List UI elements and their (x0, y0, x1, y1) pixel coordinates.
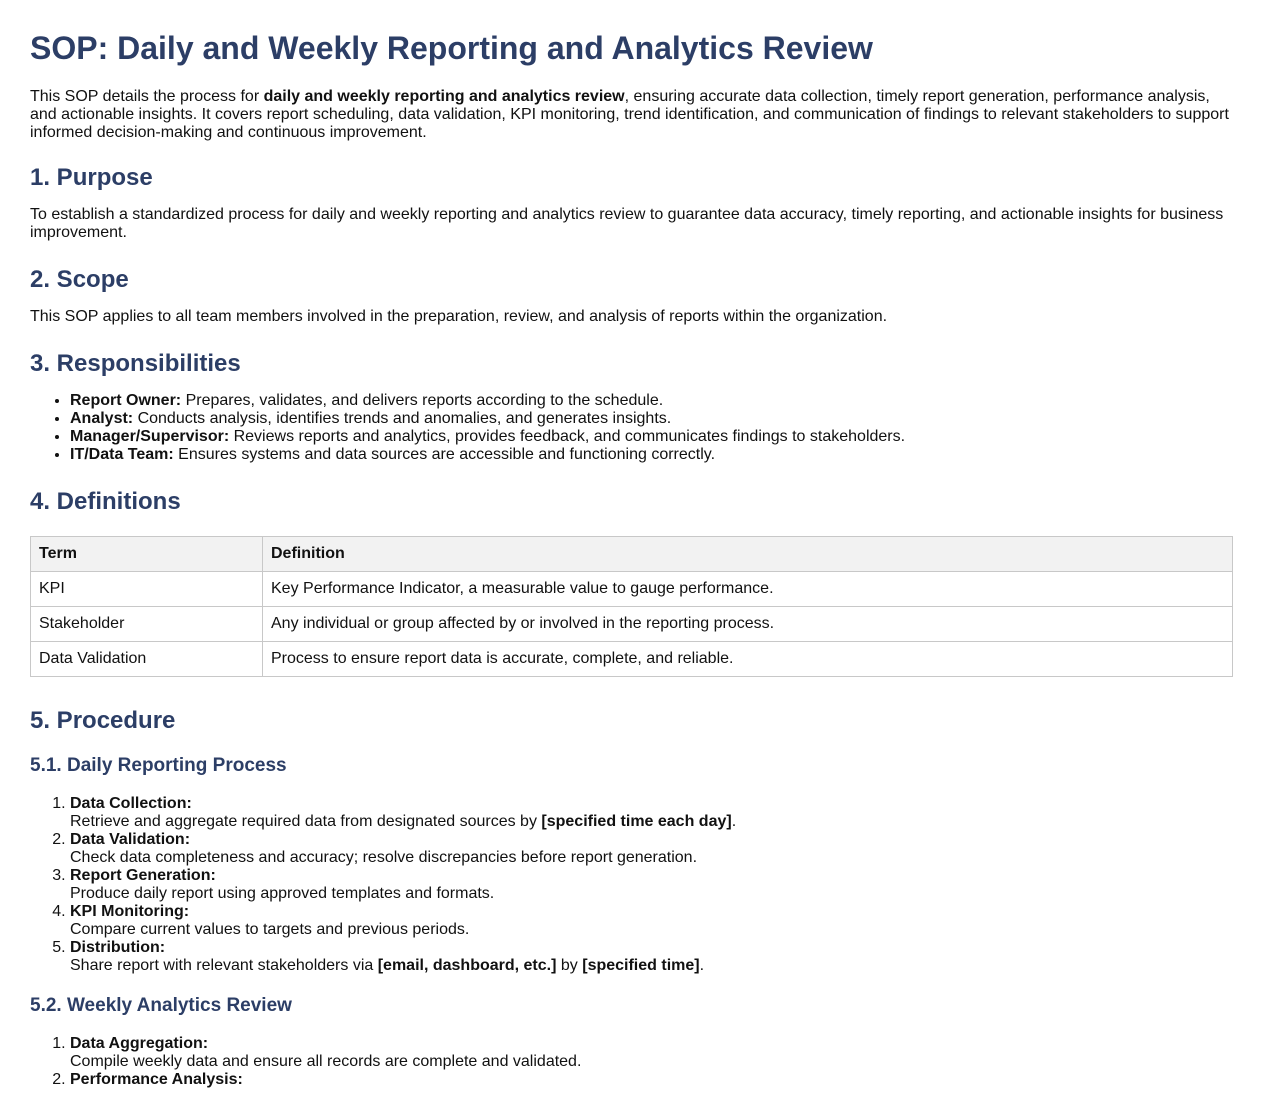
sop-document: SOP: Daily and Weekly Reporting and Anal… (0, 0, 1263, 1089)
step-title: KPI Monitoring: (70, 903, 190, 920)
step-text: Retrieve and aggregate required data fro… (70, 813, 542, 830)
definition-cell: Any individual or group affected by or i… (262, 606, 1233, 642)
role-label: Report Owner: (70, 392, 182, 409)
step-title: Report Generation: (70, 867, 216, 884)
column-header-term: Term (30, 536, 263, 572)
step-text: . (699, 957, 705, 974)
procedure-heading: 5. Procedure (30, 707, 176, 734)
role-description: Conducts analysis, identifies trends and… (133, 410, 672, 427)
step-text: Compile weekly data and ensure all recor… (70, 1053, 582, 1070)
scope-text: This SOP applies to all team members inv… (30, 308, 888, 325)
responsibilities-list: Report Owner: Prepares, validates, and d… (30, 392, 1233, 464)
term-cell: KPI (30, 571, 263, 607)
step-text: Produce daily report using approved temp… (70, 885, 495, 902)
definition-cell: Process to ensure report data is accurat… (262, 641, 1233, 677)
step-placeholder: [email, dashboard, etc.] (377, 957, 557, 974)
weekly-review-heading: 5.2. Weekly Analytics Review (30, 995, 292, 1016)
list-item: Analyst: Conducts analysis, identifies t… (70, 410, 1233, 428)
scope-heading: 2. Scope (30, 266, 129, 293)
list-item: Data Aggregation:Compile weekly data and… (70, 1035, 1233, 1071)
daily-process-heading: 5.1. Daily Reporting Process (30, 755, 287, 776)
step-title: Data Validation: (70, 831, 191, 848)
weekly-steps-list: Data Aggregation:Compile weekly data and… (30, 1035, 1233, 1089)
list-item: Performance Analysis: (70, 1071, 1233, 1089)
step-title: Performance Analysis: (70, 1071, 243, 1088)
table-header-row: Term Definition (30, 536, 1233, 572)
table-row: KPI Key Performance Indicator, a measura… (30, 571, 1233, 607)
list-item: Data Validation:Check data completeness … (70, 831, 1233, 867)
list-item: Report Generation:Produce daily report u… (70, 867, 1233, 903)
list-item: Report Owner: Prepares, validates, and d… (70, 392, 1233, 410)
list-item: Data Collection:Retrieve and aggregate r… (70, 795, 1233, 831)
purpose-heading: 1. Purpose (30, 164, 153, 191)
purpose-text: To establish a standardized process for … (30, 206, 1224, 241)
list-item: Manager/Supervisor: Reviews reports and … (70, 428, 1233, 446)
list-item: KPI Monitoring:Compare current values to… (70, 903, 1233, 939)
step-text: by (556, 957, 583, 974)
step-placeholder: [specified time] (582, 957, 700, 974)
intro-text-bold: daily and weekly reporting and analytics… (263, 88, 625, 105)
intro-text-start: This SOP details the process for (30, 88, 264, 105)
role-description: Prepares, validates, and delivers report… (181, 392, 664, 409)
step-placeholder: [specified time each day] (541, 813, 732, 830)
term-cell: Data Validation (30, 641, 263, 677)
list-item: IT/Data Team: Ensures systems and data s… (70, 446, 1233, 464)
column-header-definition: Definition (262, 536, 1233, 572)
role-label: IT/Data Team: (70, 446, 174, 463)
table-row: Data Validation Process to ensure report… (30, 641, 1233, 677)
page-title: SOP: Daily and Weekly Reporting and Anal… (30, 30, 873, 66)
step-text: Compare current values to targets and pr… (70, 921, 470, 938)
step-text: Check data completeness and accuracy; re… (70, 849, 698, 866)
role-label: Manager/Supervisor: (70, 428, 230, 445)
list-item: Distribution:Share report with relevant … (70, 939, 1233, 975)
role-label: Analyst: (70, 410, 134, 427)
definitions-heading: 4. Definitions (30, 488, 181, 515)
role-description: Ensures systems and data sources are acc… (173, 446, 716, 463)
definition-cell: Key Performance Indicator, a measurable … (262, 571, 1233, 607)
role-description: Reviews reports and analytics, provides … (229, 428, 906, 445)
step-title: Data Collection: (70, 795, 192, 812)
step-title: Distribution: (70, 939, 166, 956)
intro-paragraph: This SOP details the process for daily a… (30, 88, 1233, 142)
step-text: Share report with relevant stakeholders … (70, 957, 378, 974)
responsibilities-heading: 3. Responsibilities (30, 350, 241, 377)
definitions-table: Term Definition KPI Key Performance Indi… (30, 536, 1233, 677)
table-row: Stakeholder Any individual or group affe… (30, 606, 1233, 642)
term-cell: Stakeholder (30, 606, 263, 642)
step-text: . (731, 813, 737, 830)
step-title: Data Aggregation: (70, 1035, 209, 1052)
daily-steps-list: Data Collection:Retrieve and aggregate r… (30, 795, 1233, 975)
